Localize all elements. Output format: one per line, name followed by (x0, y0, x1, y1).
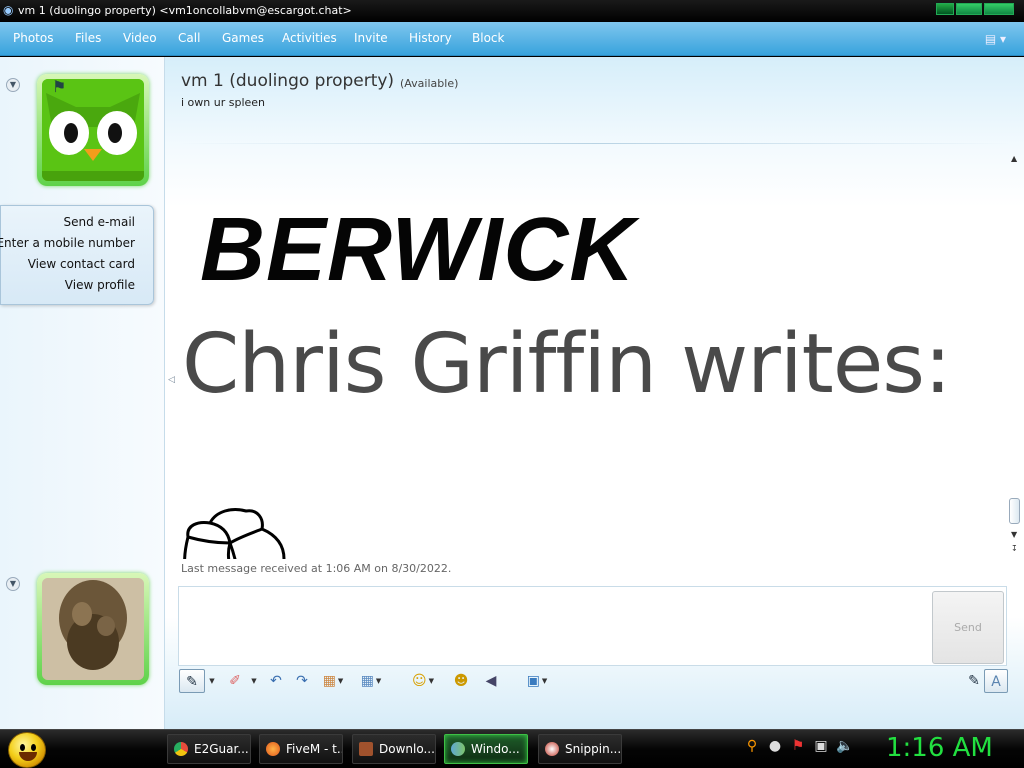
messenger-buddies-icon (451, 742, 465, 756)
message-sender-line: Chris Griffin writes: (182, 317, 952, 412)
expand-left-icon[interactable]: ◁ (168, 375, 175, 385)
taskbar-item-e2guardian[interactable]: E2Guar... (167, 734, 251, 764)
contact-actions-menu: Send e-mail Enter a mobile number View c… (0, 205, 154, 305)
volume-icon[interactable]: 🔈 (836, 738, 853, 754)
taskbar-item-snipping-tool[interactable]: Snippin... (538, 734, 622, 764)
contact-avatar[interactable]: ⚑ (37, 74, 149, 186)
collapse-contact-icon[interactable]: ▼ (6, 78, 20, 92)
user-avatar[interactable] (37, 573, 149, 685)
task-label: Downlo... (379, 742, 435, 756)
taskbar: E2Guar... FiveM - t... Downlo... Windo..… (0, 729, 1024, 768)
color-palette-icon[interactable]: ▦ ▼ (318, 669, 348, 693)
nudge-icon[interactable]: ◀ (480, 669, 502, 693)
menu-call[interactable]: Call (178, 31, 200, 45)
conversation-history: BERWICK Chris Griffin writes: (176, 147, 1006, 559)
left-column: ▼ ⚑ Send e-mail Enter a mobile number Vi… (0, 57, 165, 729)
window-controls (936, 3, 1014, 15)
download-icon (359, 742, 373, 756)
text-mode-icon[interactable]: A (984, 669, 1008, 693)
contact-personal-message: i own ur spleen (181, 96, 266, 109)
network-icon[interactable]: ▣ (813, 738, 829, 754)
drawn-rocks-icon (183, 508, 286, 559)
menu-video[interactable]: Video (123, 31, 157, 45)
background-picture-icon[interactable]: ▣ ▼ (522, 669, 552, 693)
task-label: Snippin... (565, 742, 622, 756)
taskbar-item-windows-live[interactable]: Windo... (444, 734, 528, 764)
title-bar: ◉ vm 1 (duolingo property) <vm1oncollabv… (0, 0, 1024, 22)
messenger-icon: ◉ (3, 3, 14, 17)
scroll-up-icon[interactable]: ▲ (1011, 154, 1017, 163)
menu-games[interactable]: Games (222, 31, 264, 45)
last-message-timestamp: Last message received at 1:06 AM on 8/30… (181, 562, 452, 575)
grid-icon[interactable]: ▦ ▼ (356, 669, 386, 693)
undo-icon[interactable]: ↶ (266, 669, 286, 693)
enter-mobile-number-link[interactable]: Enter a mobile number (0, 236, 135, 250)
menu-files[interactable]: Files (75, 31, 101, 45)
conversation-window: ▼ ⚑ Send e-mail Enter a mobile number Vi… (0, 57, 1024, 729)
redo-icon[interactable]: ↷ (292, 669, 312, 693)
send-button[interactable]: Send (932, 591, 1004, 664)
system-tray: ⚲ ● ⚑ ▣ 🔈 (744, 738, 854, 754)
conversation-scrollbar[interactable]: ▲ ▼ ↧ (1008, 154, 1022, 559)
user-picture-icon (42, 578, 144, 680)
menu-history[interactable]: History (409, 31, 452, 45)
start-button[interactable] (8, 732, 46, 768)
contact-status: (Available) (400, 77, 459, 90)
start-orb-mouth (19, 752, 37, 761)
window-title: vm 1 (duolingo property) <vm1oncollabvm@… (18, 4, 352, 17)
action-center-flag-icon[interactable]: ⚑ (790, 738, 806, 754)
minimize-button[interactable] (936, 3, 954, 15)
menu-block[interactable]: Block (472, 31, 504, 45)
handwriting-pen-icon[interactable]: ✎ (179, 669, 205, 693)
chrome-icon (174, 742, 188, 756)
eraser-dropdown[interactable]: ▼ (248, 669, 258, 693)
send-email-link[interactable]: Send e-mail (64, 215, 135, 229)
menu-invite[interactable]: Invite (354, 31, 388, 45)
scroll-down-icon[interactable]: ▼ (1011, 530, 1017, 539)
start-orb-eye (31, 744, 36, 751)
view-contact-card-link[interactable]: View contact card (28, 257, 135, 271)
start-orb-eye (20, 744, 25, 751)
emoticon-icon[interactable]: ☺ ▼ (408, 669, 438, 693)
maximize-button[interactable] (956, 3, 982, 15)
menu-photos[interactable]: Photos (13, 31, 53, 45)
pen-dropdown[interactable]: ▼ (206, 669, 216, 693)
task-label: E2Guar... (194, 742, 249, 756)
action-menu-bar: Photos Files Video Call Games Activities… (0, 22, 1024, 56)
close-button[interactable] (984, 3, 1014, 15)
search-icon[interactable]: ⚲ (744, 738, 760, 754)
collapse-self-icon[interactable]: ▼ (6, 577, 20, 591)
compose-toolbar: ✎ ▼ ✐ ▼ ↶ ↷ ▦ ▼ ▦ ▼ ☺ ▼ ☻ ◀ ▣ ▼ ✎ A (176, 668, 1010, 696)
options-menu-icon[interactable]: ▤ ▾ (985, 32, 1006, 46)
message-input[interactable] (178, 586, 1007, 666)
taskbar-item-downloads[interactable]: Downlo... (352, 734, 436, 764)
task-label: Windo... (471, 742, 520, 756)
handwriting-mode-icon[interactable]: ✎ (962, 669, 986, 693)
menu-activities[interactable]: Activities (282, 31, 337, 45)
task-label: FiveM - t... (286, 742, 343, 756)
taskbar-clock[interactable]: 1:16 AM (886, 733, 993, 763)
wink-icon[interactable]: ☻ (446, 669, 476, 693)
scroll-end-icon[interactable]: ↧ (1011, 544, 1018, 553)
snipping-tool-icon (545, 742, 559, 756)
eraser-icon[interactable]: ✐ (224, 669, 246, 693)
scroll-thumb[interactable] (1009, 498, 1020, 524)
message-heading: BERWICK (200, 200, 636, 300)
flag-icon: ⚑ (52, 79, 67, 96)
contact-name: vm 1 (duolingo property) (181, 71, 395, 91)
messenger-status-icon[interactable]: ● (767, 738, 783, 754)
firefox-icon (266, 742, 280, 756)
taskbar-item-fivem[interactable]: FiveM - t... (259, 734, 343, 764)
header-divider (180, 143, 1010, 144)
view-profile-link[interactable]: View profile (65, 278, 135, 292)
